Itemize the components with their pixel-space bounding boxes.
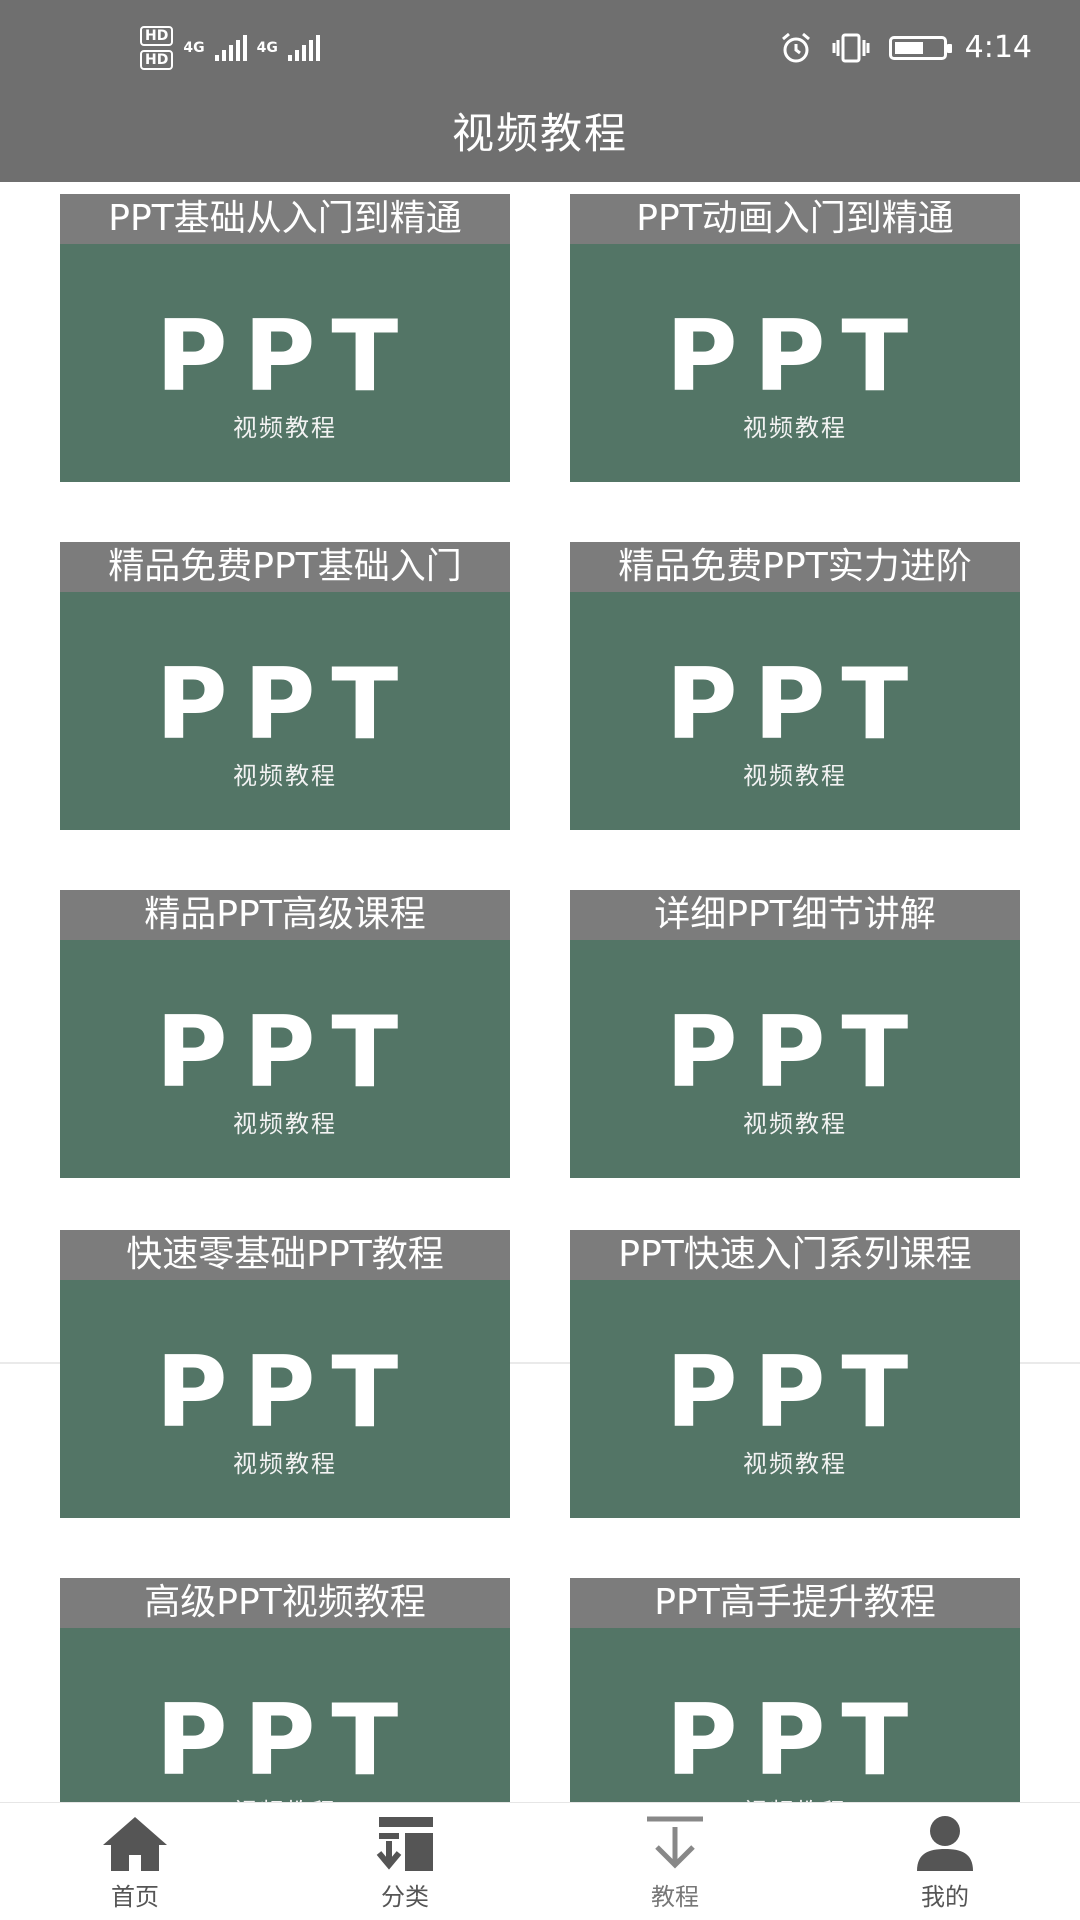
tutorial-card[interactable]: 详细PPT细节讲解 PPT 视频教程 xyxy=(570,890,1020,1178)
status-time: 4:14 xyxy=(964,30,1032,65)
card-title: PPT高手提升教程 xyxy=(570,1578,1020,1628)
ppt-logo: PPT xyxy=(665,996,925,1110)
hd-badge-2: HD xyxy=(140,50,174,70)
tab-home[interactable]: 首页 xyxy=(0,1803,270,1920)
status-bar: HD HD 4G 4G 4:14 xyxy=(0,0,1080,104)
vibrate-icon xyxy=(832,33,870,62)
ppt-logo: PPT xyxy=(665,648,925,762)
tutorial-card[interactable]: PPT高手提升教程 PPT 视频教程 xyxy=(570,1578,1020,1802)
card-subtitle: 视频教程 xyxy=(60,1792,510,1802)
card-subtitle: 视频教程 xyxy=(743,1110,847,1138)
tutorial-card[interactable]: PPT快速入门系列课程 PPT 视频教程 xyxy=(570,1230,1020,1518)
alarm-clock-icon xyxy=(781,32,810,62)
card-subtitle: 视频教程 xyxy=(570,1792,1020,1802)
tab-tutorial[interactable]: 教程 xyxy=(540,1803,810,1920)
tutorial-card[interactable]: 快速零基础PPT教程 PPT 视频教程 xyxy=(60,1230,510,1518)
card-title: 精品免费PPT基础入门 xyxy=(60,542,510,592)
tab-tutorial-label: 教程 xyxy=(651,1883,699,1911)
card-title: 快速零基础PPT教程 xyxy=(60,1230,510,1280)
card-subtitle: 视频教程 xyxy=(233,762,337,790)
card-subtitle: 视频教程 xyxy=(233,1110,337,1138)
card-title: PPT动画入门到精通 xyxy=(570,194,1020,244)
card-subtitle: 视频教程 xyxy=(233,414,337,442)
card-title: PPT快速入门系列课程 xyxy=(570,1230,1020,1280)
profile-icon xyxy=(917,1816,973,1871)
status-signals: HD HD 4G 4G xyxy=(140,26,320,70)
tab-category-label: 分类 xyxy=(381,1883,429,1911)
card-subtitle: 视频教程 xyxy=(743,414,847,442)
tutorial-card[interactable]: 精品免费PPT基础入门 PPT 视频教程 xyxy=(60,542,510,830)
ppt-logo: PPT xyxy=(155,1336,415,1450)
tutorial-card[interactable]: PPT基础从入门到精通 PPT 视频教程 xyxy=(60,194,510,482)
bottom-tab-bar: 首页 分类 教程 我的 xyxy=(0,1802,1080,1920)
card-subtitle: 视频教程 xyxy=(233,1450,337,1478)
battery-icon xyxy=(888,35,952,60)
ppt-logo: PPT xyxy=(155,300,415,414)
tutorial-card[interactable]: 高级PPT视频教程 PPT 视频教程 xyxy=(60,1578,510,1802)
signal-icon-1 xyxy=(214,35,247,61)
app-bar: 视频教程 xyxy=(0,104,1080,182)
card-title: PPT基础从入门到精通 xyxy=(60,194,510,244)
tutorial-card[interactable]: 精品PPT高级课程 PPT 视频教程 xyxy=(60,890,510,1178)
tab-profile-label: 我的 xyxy=(921,1883,969,1911)
ppt-logo: PPT xyxy=(155,1684,415,1798)
tutorial-card[interactable]: PPT动画入门到精通 PPT 视频教程 xyxy=(570,194,1020,482)
card-subtitle: 视频教程 xyxy=(743,762,847,790)
ppt-logo: PPT xyxy=(665,300,925,414)
ppt-logo: PPT xyxy=(155,648,415,762)
card-title: 详细PPT细节讲解 xyxy=(570,890,1020,940)
ppt-logo: PPT xyxy=(665,1684,925,1798)
network-type-2: 4G xyxy=(256,40,278,56)
home-icon xyxy=(103,1817,167,1871)
card-title: 高级PPT视频教程 xyxy=(60,1578,510,1628)
tab-home-label: 首页 xyxy=(111,1883,159,1911)
tutorial-icon xyxy=(647,1816,703,1869)
category-icon xyxy=(376,1817,433,1871)
tab-category[interactable]: 分类 xyxy=(270,1803,540,1920)
signal-icon-2 xyxy=(287,35,320,61)
tutorial-card[interactable]: 精品免费PPT实力进阶 PPT 视频教程 xyxy=(570,542,1020,830)
ppt-logo: PPT xyxy=(665,1336,925,1450)
network-type-1: 4G xyxy=(183,40,205,56)
hd-badge-1: HD xyxy=(140,26,174,46)
card-subtitle: 视频教程 xyxy=(743,1450,847,1478)
card-title: 精品免费PPT实力进阶 xyxy=(570,542,1020,592)
ppt-logo: PPT xyxy=(155,996,415,1110)
page-title: 视频教程 xyxy=(451,109,628,158)
tutorial-grid: PPT基础从入门到精通 PPT 视频教程 PPT动画入门到精通 PPT 视频教程… xyxy=(0,182,1080,1802)
card-title: 精品PPT高级课程 xyxy=(60,890,510,940)
status-right: 4:14 xyxy=(779,30,1032,65)
tab-profile[interactable]: 我的 xyxy=(810,1803,1080,1920)
